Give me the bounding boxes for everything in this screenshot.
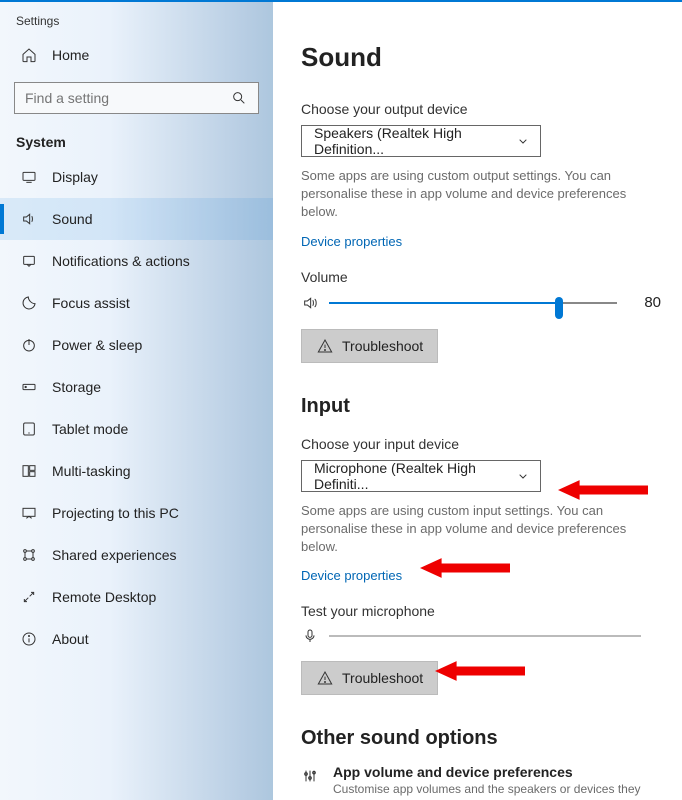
nav-label: About <box>52 631 89 647</box>
other-heading: Other sound options <box>301 727 662 750</box>
nav-label: Projecting to this PC <box>52 505 179 521</box>
storage-icon <box>20 378 38 396</box>
nav-label: Shared experiences <box>52 547 177 563</box>
nav-label: Power & sleep <box>52 337 142 353</box>
search-input[interactable] <box>14 82 259 114</box>
nav-label: Remote Desktop <box>52 589 156 605</box>
about-icon <box>20 630 38 648</box>
multitask-icon <box>20 462 38 480</box>
volume-slider[interactable] <box>329 293 617 313</box>
content-area: Sound Choose your output device Speakers… <box>273 2 682 800</box>
home-button[interactable]: Home <box>0 36 273 74</box>
output-device-dropdown[interactable]: Speakers (Realtek High Definition... <box>301 125 541 157</box>
troubleshoot-label: Troubleshoot <box>342 670 423 686</box>
sidebar-item-remote[interactable]: Remote Desktop <box>0 576 273 618</box>
volume-slider-row: 80 <box>301 293 661 313</box>
sidebar-section: System <box>0 126 273 156</box>
input-heading: Input <box>301 395 662 418</box>
mic-level-bar <box>329 635 641 637</box>
sidebar-item-multitask[interactable]: Multi-tasking <box>0 450 273 492</box>
page-title: Sound <box>301 42 662 73</box>
volume-value: 80 <box>627 294 661 311</box>
app-volume-item[interactable]: App volume and device preferences Custom… <box>301 764 662 800</box>
nav-label: Sound <box>52 211 92 227</box>
focus-icon <box>20 294 38 312</box>
sidebar-item-shared[interactable]: Shared experiences <box>0 534 273 576</box>
sidebar-item-power[interactable]: Power & sleep <box>0 324 273 366</box>
nav-label: Multi-tasking <box>52 463 131 479</box>
output-selected: Speakers (Realtek High Definition... <box>314 125 514 157</box>
sidebar-item-about[interactable]: About <box>0 618 273 660</box>
mixer-icon <box>301 767 319 785</box>
sidebar: Settings Home System Display Sound <box>0 2 273 800</box>
nav-label: Display <box>52 169 98 185</box>
sidebar-item-focus[interactable]: Focus assist <box>0 282 273 324</box>
power-icon <box>20 336 38 354</box>
warning-icon <box>316 669 334 687</box>
sound-icon <box>20 210 38 228</box>
sidebar-item-sound[interactable]: Sound <box>0 198 273 240</box>
chevron-down-icon <box>514 467 532 485</box>
nav-label: Tablet mode <box>52 421 128 437</box>
notifications-icon <box>20 252 38 270</box>
nav-label: Storage <box>52 379 101 395</box>
remote-icon <box>20 588 38 606</box>
output-helper: Some apps are using custom output settin… <box>301 167 641 222</box>
home-label: Home <box>52 47 89 63</box>
sidebar-item-tablet[interactable]: Tablet mode <box>0 408 273 450</box>
output-choose-label: Choose your output device <box>301 101 662 117</box>
input-helper: Some apps are using custom input setting… <box>301 502 641 557</box>
troubleshoot-label: Troubleshoot <box>342 338 423 354</box>
sidebar-item-display[interactable]: Display <box>0 156 273 198</box>
mic-level-row <box>301 627 641 645</box>
chevron-down-icon <box>514 132 532 150</box>
search-icon <box>230 89 248 107</box>
input-troubleshoot-button[interactable]: Troubleshoot <box>301 661 438 695</box>
warning-icon <box>316 337 334 355</box>
app-volume-sub: Customise app volumes and the speakers o… <box>333 782 662 800</box>
output-device-properties-link[interactable]: Device properties <box>301 234 402 249</box>
tablet-icon <box>20 420 38 438</box>
microphone-icon <box>301 627 319 645</box>
input-choose-label: Choose your input device <box>301 436 662 452</box>
sidebar-item-projecting[interactable]: Projecting to this PC <box>0 492 273 534</box>
speaker-icon[interactable] <box>301 294 319 312</box>
input-device-dropdown[interactable]: Microphone (Realtek High Definiti... <box>301 460 541 492</box>
nav-label: Focus assist <box>52 295 130 311</box>
input-device-properties-link[interactable]: Device properties <box>301 568 402 583</box>
output-troubleshoot-button[interactable]: Troubleshoot <box>301 329 438 363</box>
window-title: Settings <box>0 2 273 36</box>
nav-label: Notifications & actions <box>52 253 190 269</box>
app-volume-title: App volume and device preferences <box>333 764 662 780</box>
home-icon <box>20 46 38 64</box>
sidebar-item-storage[interactable]: Storage <box>0 366 273 408</box>
input-selected: Microphone (Realtek High Definiti... <box>314 460 514 492</box>
display-icon <box>20 168 38 186</box>
search-field[interactable] <box>25 90 230 106</box>
shared-icon <box>20 546 38 564</box>
sidebar-item-notifications[interactable]: Notifications & actions <box>0 240 273 282</box>
volume-label: Volume <box>301 269 662 285</box>
test-mic-label: Test your microphone <box>301 603 662 619</box>
projecting-icon <box>20 504 38 522</box>
nav-list: Display Sound Notifications & actions Fo… <box>0 156 273 660</box>
